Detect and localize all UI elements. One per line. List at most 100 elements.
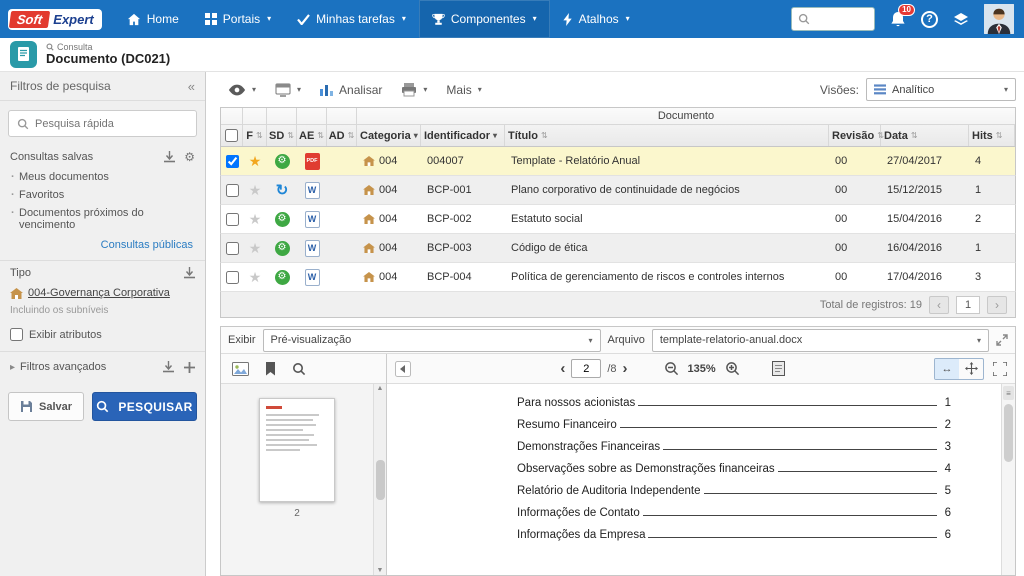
table-row[interactable]: ★ ⚙ W 004 BCP-003 Código de ética 00 16/… — [220, 234, 1016, 263]
col-data[interactable]: Data ⇅ — [881, 125, 969, 146]
col-sd[interactable]: SD ⇅ — [267, 125, 297, 146]
views-select[interactable]: Analítico ▾ — [866, 78, 1016, 101]
advanced-filters-row[interactable]: ▸ Filtros avançados — [0, 351, 205, 382]
page-number-input[interactable] — [571, 359, 602, 378]
export-queries-icon[interactable] — [164, 151, 176, 163]
fit-page-icon[interactable] — [771, 361, 785, 376]
favorite-star-icon[interactable]: ★ — [249, 154, 262, 168]
col-f[interactable]: F ⇅ — [243, 125, 267, 146]
saved-query-vencimento[interactable]: Documentos próximos do vencimento — [0, 204, 170, 234]
notifications-button[interactable]: 10 — [890, 3, 915, 28]
pan-tool[interactable] — [959, 359, 983, 379]
document-scrollbar[interactable]: ≡ — [1001, 384, 1015, 575]
apps-layers-button[interactable] — [953, 12, 969, 27]
scrollbar-thumb[interactable] — [375, 459, 385, 500]
table-row[interactable]: ★ ⚙ W 004 BCP-002 Estatuto social 00 15/… — [220, 205, 1016, 234]
analyze-button[interactable]: Analisar — [312, 77, 390, 103]
favorite-star-icon[interactable]: ★ — [249, 241, 262, 255]
exibir-atributos-checkbox[interactable] — [10, 328, 23, 341]
search-submit-button[interactable]: PESQUISAR — [92, 392, 197, 421]
row-checkbox[interactable] — [225, 212, 239, 226]
table-row[interactable]: ★ ⚙ PDF 004 004007 Template - Relatório … — [220, 147, 1016, 176]
total-records-label: Total de registros: 19 — [819, 298, 922, 311]
favorite-star-icon[interactable]: ★ — [249, 212, 262, 226]
chevron-right-icon: ▸ — [10, 361, 16, 373]
favorite-star-icon[interactable]: ★ — [249, 270, 262, 284]
global-search[interactable] — [791, 7, 875, 31]
table-row[interactable]: ★ ⚙ W 004 BCP-004 Política de gerenciame… — [220, 263, 1016, 292]
horizontal-splitter[interactable] — [220, 318, 1016, 326]
fullscreen-icon[interactable] — [993, 361, 1008, 376]
thumbnails-icon[interactable] — [232, 361, 249, 376]
select-all-checkbox[interactable] — [225, 129, 238, 142]
col-titulo[interactable]: Título ⇅ — [505, 125, 829, 146]
help-button[interactable]: ? — [921, 10, 938, 28]
add-filter-icon[interactable] — [184, 361, 195, 373]
col-ae[interactable]: AE ⇅ — [297, 125, 327, 146]
col-ad[interactable]: AD ⇅ — [327, 125, 357, 146]
print-button[interactable]: ▾ — [393, 77, 435, 103]
current-page-indicator: 1 — [956, 295, 980, 314]
bookmark-icon[interactable] — [265, 361, 276, 376]
page-thumbnail[interactable] — [259, 398, 335, 502]
nav-componentes-label: Componentes — [450, 12, 526, 26]
more-button[interactable]: Mais ▾ — [438, 77, 489, 103]
nav-portais[interactable]: Portais ▾ — [192, 0, 284, 38]
favorite-star-icon[interactable]: ★ — [249, 183, 262, 197]
saved-query-favoritos[interactable]: Favoritos — [0, 186, 205, 204]
nav-componentes[interactable]: Componentes ▾ — [418, 0, 550, 38]
gear-icon[interactable]: ⚙ — [184, 150, 195, 164]
doc-file-icon[interactable]: W — [304, 181, 320, 199]
doc-file-icon[interactable]: W — [304, 239, 320, 257]
quick-search[interactable] — [8, 110, 197, 137]
nav-minhas-tarefas[interactable]: Minhas tarefas ▾ — [284, 0, 419, 38]
pdf-file-icon[interactable]: PDF — [304, 152, 320, 170]
scrollbar-thumb[interactable] — [1004, 404, 1013, 462]
save-button[interactable]: Salvar — [8, 392, 85, 421]
search-icon[interactable] — [292, 362, 306, 376]
exibir-select[interactable]: Pré-visualização ▾ — [262, 328, 601, 352]
scroll-down-icon[interactable]: ▼ — [377, 567, 384, 574]
public-queries-link[interactable]: Consultas públicas — [101, 239, 193, 251]
table-row[interactable]: ★ ↻ W 004 BCP-001 Plano corporativo de c… — [220, 176, 1016, 205]
viewer-toolbar: ‹ /8 › 135% — [387, 354, 1015, 384]
cell-identificador: BCP-001 — [427, 184, 472, 196]
maximize-preview-icon[interactable] — [996, 334, 1008, 346]
doc-file-icon[interactable]: W — [304, 210, 320, 228]
cell-data: 27/04/2017 — [887, 155, 943, 167]
row-checkbox[interactable] — [225, 241, 239, 255]
nav-home[interactable]: Home — [114, 0, 192, 38]
export-filters-icon[interactable] — [163, 361, 174, 373]
scroll-top-icon[interactable]: ≡ — [1003, 386, 1014, 400]
horizontal-scroll-tool[interactable]: ↔ — [935, 358, 960, 379]
scroll-up-icon[interactable]: ▲ — [377, 385, 384, 392]
user-avatar[interactable] — [984, 3, 1014, 35]
prev-page-button[interactable]: ‹ — [929, 295, 949, 314]
thumbnail-scrollbar[interactable]: ▲ ▼ — [373, 384, 386, 575]
col-identificador[interactable]: Identificador ▾ — [421, 125, 505, 146]
col-categoria[interactable]: Categoria ▾ — [357, 125, 421, 146]
previous-page-icon[interactable]: ‹ — [560, 361, 565, 376]
view-options-button[interactable]: ▾ — [220, 77, 264, 103]
row-checkbox[interactable] — [225, 154, 239, 168]
next-page-button[interactable]: › — [987, 295, 1007, 314]
row-checkbox[interactable] — [225, 270, 239, 284]
saved-query-meus-documentos[interactable]: Meus documentos — [0, 168, 205, 186]
tipo-value-link[interactable]: 004-Governança Corporativa — [28, 287, 170, 299]
doc-file-icon[interactable]: W — [304, 268, 320, 286]
next-page-icon[interactable]: › — [623, 361, 628, 376]
zoom-out-icon[interactable] — [664, 361, 679, 376]
global-search-input[interactable] — [814, 13, 868, 25]
nav-atalhos[interactable]: Atalhos ▾ — [550, 0, 643, 38]
quick-search-input[interactable] — [35, 117, 188, 130]
toggle-sidebar-icon[interactable] — [395, 360, 411, 377]
export-tipo-icon[interactable] — [184, 267, 195, 279]
col-revisao[interactable]: Revisão ⇅ — [829, 125, 884, 146]
collapse-sidebar-icon[interactable]: « — [188, 79, 195, 94]
row-checkbox[interactable] — [225, 183, 239, 197]
softexpert-logo[interactable]: Soft Expert — [8, 8, 102, 30]
col-hits[interactable]: Hits ⇅ — [969, 125, 1015, 146]
arquivo-select[interactable]: template-relatorio-anual.docx ▾ — [651, 328, 989, 352]
export-button[interactable]: ▾ — [267, 77, 309, 103]
zoom-in-icon[interactable] — [725, 361, 740, 376]
